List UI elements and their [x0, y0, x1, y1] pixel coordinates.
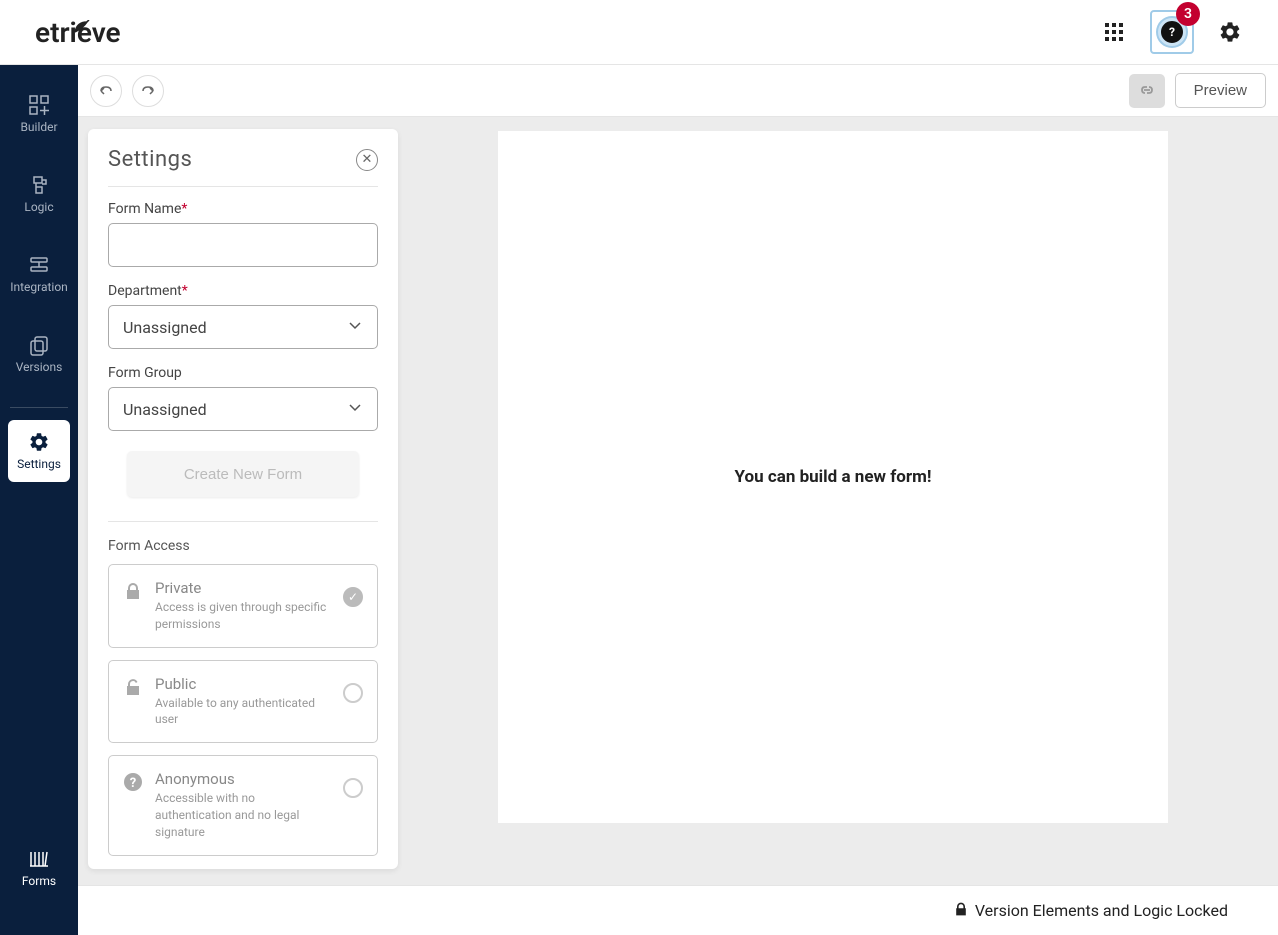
- sidebar-item-forms[interactable]: Forms: [8, 837, 70, 899]
- sidebar-label: Logic: [24, 200, 53, 214]
- canvas: You can build a new form!: [498, 131, 1168, 823]
- sidebar-divider: [10, 407, 68, 408]
- sidebar-label: Settings: [17, 457, 61, 471]
- lock-icon: [953, 901, 969, 921]
- form-group-label: Form Group: [108, 365, 378, 381]
- logo: etrieve: [35, 16, 121, 49]
- chevron-down-icon: [347, 317, 363, 337]
- panel-title: Settings: [108, 147, 192, 172]
- department-field: Department* Unassigned: [108, 283, 378, 349]
- svg-text:?: ?: [130, 776, 136, 791]
- settings-icon[interactable]: [1212, 14, 1248, 50]
- settings-panel: Settings ✕ Form Name* Department* Unassi…: [88, 129, 398, 869]
- department-value: Unassigned: [123, 318, 207, 337]
- canvas-message: You can build a new form!: [735, 467, 932, 487]
- form-name-input[interactable]: [108, 223, 378, 267]
- access-desc: Available to any authenticated user: [155, 695, 331, 729]
- divider: [108, 521, 378, 522]
- help-button[interactable]: 3 ?: [1150, 10, 1194, 54]
- sidebar-item-versions[interactable]: Versions: [8, 323, 70, 385]
- unlock-icon: [123, 677, 143, 701]
- redo-button[interactable]: [132, 75, 164, 107]
- form-name-field: Form Name*: [108, 201, 378, 267]
- question-icon: ?: [123, 772, 143, 796]
- leaf-icon: [73, 8, 91, 41]
- access-text: Anonymous Accessible with no authenticat…: [155, 770, 331, 840]
- access-title: Private: [155, 579, 331, 597]
- sidebar-item-builder[interactable]: Builder: [8, 83, 70, 145]
- radio-selected[interactable]: [343, 587, 363, 607]
- department-label: Department*: [108, 283, 378, 299]
- toolbar-left: [90, 75, 164, 107]
- form-group-value: Unassigned: [123, 400, 207, 419]
- notification-badge: 3: [1176, 2, 1200, 26]
- radio-unselected[interactable]: [343, 683, 363, 703]
- sidebar-label: Builder: [20, 120, 57, 134]
- sidebar-label: Forms: [22, 874, 56, 888]
- header-actions: 3 ?: [1096, 10, 1248, 54]
- chevron-down-icon: [347, 399, 363, 419]
- form-access-label: Form Access: [108, 538, 378, 554]
- header: etrieve 3 ?: [0, 0, 1278, 65]
- preview-button[interactable]: Preview: [1175, 73, 1266, 108]
- access-option-anonymous[interactable]: ? Anonymous Accessible with no authentic…: [108, 755, 378, 855]
- footer-text: Version Elements and Logic Locked: [975, 901, 1228, 920]
- sidebar-item-logic[interactable]: Logic: [8, 163, 70, 225]
- sidebar: Builder Logic Integration Versions Setti…: [0, 65, 78, 935]
- form-group-select[interactable]: Unassigned: [108, 387, 378, 431]
- link-button[interactable]: [1129, 74, 1165, 108]
- toolbar-right: Preview: [1129, 73, 1266, 108]
- panel-header: Settings ✕: [108, 147, 378, 187]
- access-desc: Access is given through specific permiss…: [155, 599, 331, 633]
- form-group-field: Form Group Unassigned: [108, 365, 378, 431]
- main-area: Preview Settings ✕ Form Name* Department…: [78, 65, 1278, 935]
- access-option-public[interactable]: Public Available to any authenticated us…: [108, 660, 378, 744]
- sidebar-item-integration[interactable]: Integration: [8, 243, 70, 305]
- access-text: Public Available to any authenticated us…: [155, 675, 331, 729]
- access-title: Anonymous: [155, 770, 331, 788]
- sidebar-item-settings[interactable]: Settings: [8, 420, 70, 482]
- footer: Version Elements and Logic Locked: [78, 885, 1278, 935]
- radio-unselected[interactable]: [343, 778, 363, 798]
- access-title: Public: [155, 675, 331, 693]
- svg-text:?: ?: [1169, 25, 1175, 39]
- apps-icon[interactable]: [1096, 14, 1132, 50]
- department-select[interactable]: Unassigned: [108, 305, 378, 349]
- access-desc: Accessible with no authentication and no…: [155, 790, 331, 840]
- undo-button[interactable]: [90, 75, 122, 107]
- access-text: Private Access is given through specific…: [155, 579, 331, 633]
- sidebar-label: Versions: [16, 360, 63, 374]
- sidebar-label: Integration: [10, 280, 68, 294]
- sidebar-bottom: Forms: [8, 837, 70, 917]
- lock-icon: [123, 581, 143, 605]
- close-icon[interactable]: ✕: [356, 149, 378, 171]
- toolbar: Preview: [78, 65, 1278, 117]
- create-form-button[interactable]: Create New Form: [127, 451, 359, 497]
- form-name-label: Form Name*: [108, 201, 378, 217]
- access-option-private[interactable]: Private Access is given through specific…: [108, 564, 378, 648]
